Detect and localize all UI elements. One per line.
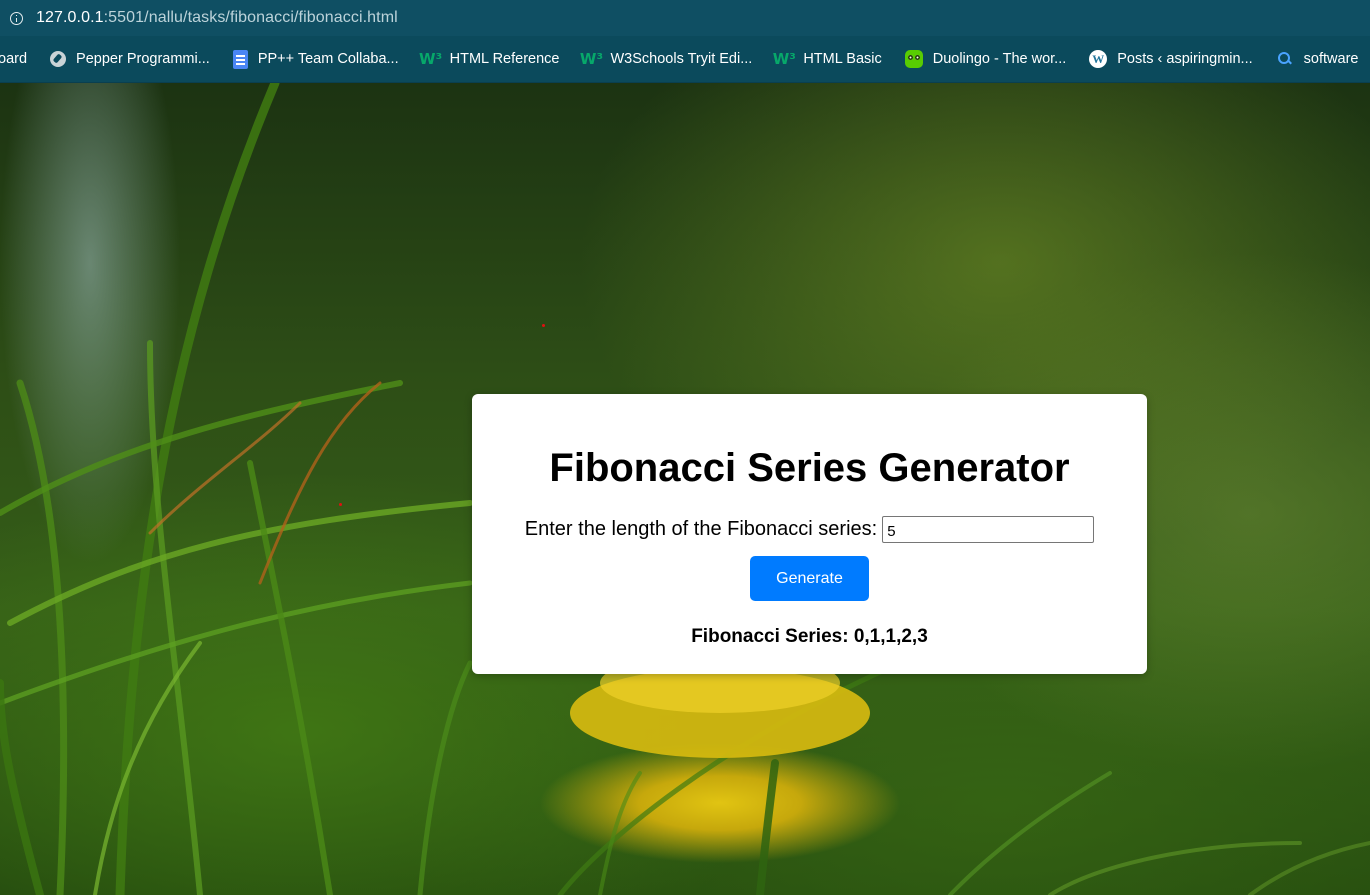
- bookmark-label: oard: [0, 51, 28, 67]
- w3schools-icon: W³: [772, 50, 796, 68]
- bookmark-pp-team[interactable]: PP++ Team Collaba...: [232, 49, 399, 69]
- length-label: Enter the length of the Fibonacci series…: [524, 518, 878, 540]
- bookmark-label: HTML Reference: [449, 51, 560, 67]
- url-host: 127.0.0.1: [36, 9, 104, 26]
- fibonacci-result: Fibonacci Series: 0,1,1,2,3: [691, 626, 928, 647]
- bookmarks-bar: oard Pepper Programmi... PP++ Team Colla…: [0, 36, 1370, 83]
- bookmark-label: W3Schools Tryit Edi...: [610, 51, 753, 67]
- bookmark-pepper-programming[interactable]: Pepper Programmi...: [50, 51, 210, 67]
- bookmark-duolingo[interactable]: Duolingo - The wor...: [904, 50, 1067, 68]
- url-path: :5501/nallu/tasks/fibonacci/fibonacci.ht…: [103, 9, 398, 26]
- compass-icon: [50, 51, 67, 67]
- site-info-icon[interactable]: [10, 11, 23, 25]
- red-dot: [339, 503, 342, 506]
- bookmark-w3schools-tryit[interactable]: W³ W3Schools Tryit Edi...: [579, 50, 753, 68]
- w3schools-icon: W³: [579, 50, 604, 68]
- duolingo-icon: [904, 50, 923, 68]
- bookmark-label: Posts ‹ aspiringmin...: [1117, 51, 1253, 67]
- page-title: Fibonacci Series Generator: [549, 446, 1070, 490]
- bookmark-label: HTML Basic: [803, 51, 882, 67]
- bookmark-software[interactable]: software: [1276, 50, 1359, 68]
- length-input-row: Enter the length of the Fibonacci series…: [472, 516, 1147, 543]
- length-input[interactable]: [882, 516, 1095, 543]
- address-bar[interactable]: 127.0.0.1:5501/nallu/tasks/fibonacci/fib…: [0, 0, 1370, 36]
- bookmark-dashboard[interactable]: oard: [0, 51, 27, 67]
- bookmark-posts-wordpress[interactable]: W Posts ‹ aspiringmin...: [1089, 50, 1253, 68]
- bookmark-html-basic[interactable]: W³ HTML Basic: [772, 50, 882, 68]
- bookmark-label: PP++ Team Collaba...: [257, 51, 399, 67]
- bookmark-label: Pepper Programmi...: [76, 51, 210, 67]
- bookmark-label: Duolingo - The wor...: [932, 51, 1067, 67]
- wordpress-icon: W: [1089, 50, 1108, 68]
- url-text[interactable]: 127.0.0.1:5501/nallu/tasks/fibonacci/fib…: [36, 9, 398, 27]
- search-icon: [1276, 50, 1294, 68]
- fibonacci-card: Fibonacci Series Generator Enter the len…: [472, 394, 1147, 674]
- google-docs-icon: [232, 49, 248, 69]
- generate-button[interactable]: Generate: [750, 556, 869, 601]
- red-dot: [542, 324, 545, 327]
- bookmark-html-reference[interactable]: W³ HTML Reference: [419, 50, 560, 68]
- bookmark-label: software: [1303, 51, 1359, 67]
- w3schools-icon: W³: [419, 50, 443, 68]
